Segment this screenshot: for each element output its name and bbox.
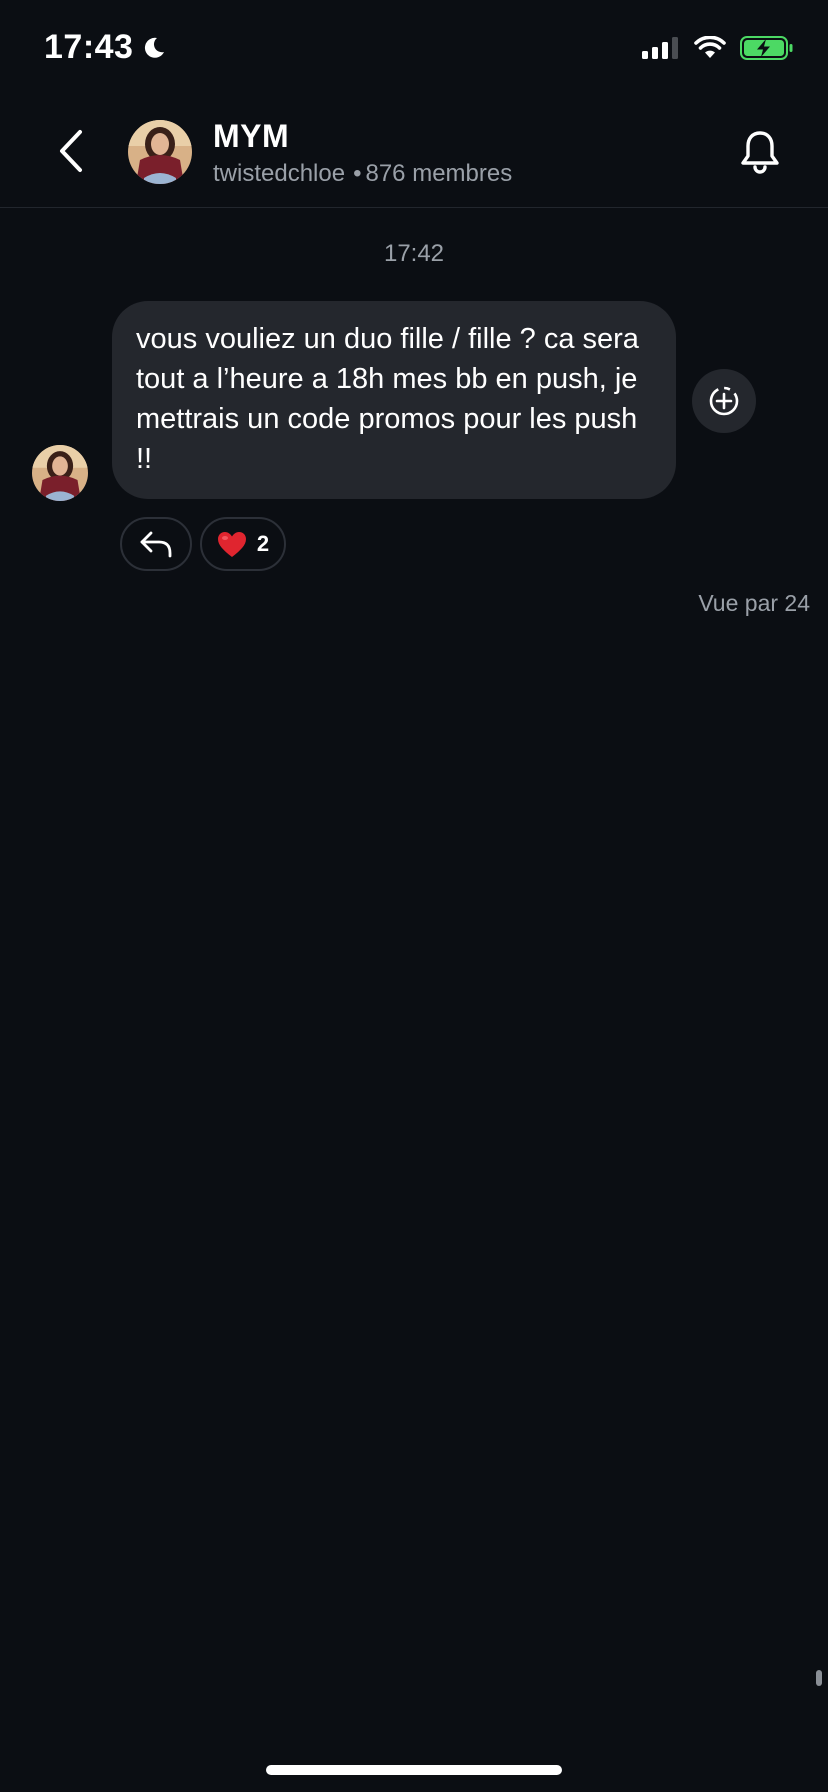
member-count: 876 membres: [365, 160, 513, 187]
reply-button[interactable]: [120, 517, 192, 571]
separator-dot: •: [353, 160, 362, 187]
status-time-group: 17:43: [44, 28, 167, 67]
battery-charging-icon: [740, 36, 793, 60]
reply-icon: [140, 531, 172, 558]
creator-photo: [128, 120, 192, 184]
heart-reaction[interactable]: 2: [200, 517, 286, 571]
heart-icon: [217, 531, 246, 557]
wifi-icon: [694, 36, 726, 58]
seen-by-count: Vue par 24: [698, 590, 810, 616]
chat-header: MYM twistedchloe • 876 membres: [0, 100, 828, 208]
sender-avatar[interactable]: [32, 445, 88, 501]
scroll-indicator[interactable]: [816, 1670, 822, 1686]
add-reaction-icon: [709, 386, 739, 416]
status-bar: 17:43: [0, 0, 828, 100]
add-reaction-button[interactable]: [692, 369, 756, 433]
status-time: 17:43: [44, 28, 134, 66]
bell-icon: [741, 131, 779, 174]
moon-icon: [145, 37, 165, 58]
home-indicator[interactable]: [266, 1765, 562, 1775]
signal-icon: [642, 37, 678, 59]
sender-photo: [32, 445, 88, 501]
back-button[interactable]: [46, 126, 96, 176]
message-timestamp: 17:42: [383, 240, 445, 267]
creator-username[interactable]: twistedchloe: [213, 160, 345, 187]
message-bubble[interactable]: vous vouliez un duo fille / fille ? ca s…: [112, 301, 676, 499]
channel-subtitle: twistedchloe • 876 membres: [213, 160, 512, 188]
reaction-count: 2: [256, 531, 270, 556]
notifications-button[interactable]: [732, 124, 788, 180]
message-text: vous vouliez un duo fille / fille ? ca s…: [136, 323, 639, 475]
status-indicators: [642, 36, 794, 60]
channel-title: MYM: [213, 118, 290, 154]
back-chevron-icon: [60, 130, 82, 172]
channel-avatar[interactable]: [128, 120, 192, 184]
